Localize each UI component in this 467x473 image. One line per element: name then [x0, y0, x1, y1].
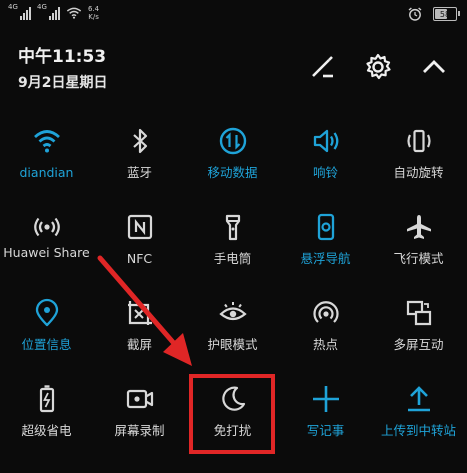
- wifi-status-icon: [66, 7, 82, 19]
- floating-nav-icon: [317, 213, 334, 241]
- status-right: 58: [407, 6, 460, 22]
- airplane-icon: [406, 215, 431, 239]
- highlight-box: [189, 374, 275, 454]
- tile-mobile-data[interactable]: 移动数据: [186, 118, 279, 204]
- tile-label: 护眼模式: [207, 337, 258, 352]
- tile-upload-transfer[interactable]: 上传到中转站: [372, 376, 465, 462]
- status-bar: 4G 4G 6.4 K/s 58: [0, 0, 467, 32]
- tile-label: 超级省电: [21, 423, 72, 438]
- tile-label: 自动旋转: [393, 165, 444, 180]
- flashlight-icon: [225, 214, 240, 241]
- tile-label: NFC: [126, 251, 153, 266]
- panel-actions: [307, 52, 449, 82]
- tile-label: 飞行模式: [393, 251, 444, 266]
- network-type-label: 4G: [8, 3, 18, 11]
- tile-label: 热点: [312, 337, 338, 352]
- network-speed-unit: K/s: [88, 13, 99, 21]
- mobile-data-icon: [219, 127, 246, 155]
- hotspot-icon: [312, 301, 339, 323]
- location-icon: [35, 298, 58, 327]
- tile-write-note[interactable]: 写记事: [279, 376, 372, 462]
- tile-screenshot[interactable]: 截屏: [93, 290, 186, 376]
- tile-label: 写记事: [306, 423, 345, 438]
- tile-multi-screen[interactable]: 多屏互动: [372, 290, 465, 376]
- tile-bluetooth[interactable]: 蓝牙: [93, 118, 186, 204]
- clock: 中午11:53: [18, 47, 107, 67]
- tile-nfc[interactable]: NFC: [93, 204, 186, 290]
- tile-label: 屏幕录制: [114, 423, 165, 438]
- speaker-icon: [313, 129, 338, 153]
- tile-floating-nav[interactable]: 悬浮导航: [279, 204, 372, 290]
- tile-label: 上传到中转站: [380, 423, 456, 438]
- alarm-icon: [408, 7, 422, 21]
- tile-ringer[interactable]: 响铃: [279, 118, 372, 204]
- tile-eye-comfort[interactable]: 护眼模式: [186, 290, 279, 376]
- tile-label: 位置信息: [21, 337, 72, 352]
- battery-icon: 58: [433, 7, 460, 21]
- huawei-share-icon: [33, 217, 60, 237]
- network-type-label: 4G: [37, 3, 47, 11]
- battery-saver-icon: [39, 385, 54, 413]
- tile-label: 响铃: [312, 165, 338, 180]
- tile-huawei-share[interactable]: Huawei Share: [0, 204, 93, 290]
- plus-icon: [312, 386, 339, 412]
- tile-row: Huawei Share NFC 手电筒 悬浮导航 飞行模式: [0, 204, 467, 290]
- multi-screen-icon: [406, 300, 431, 326]
- tile-label: 蓝牙: [126, 165, 152, 180]
- tile-row: 位置信息 截屏 护眼模式 热点 多屏互动: [0, 290, 467, 376]
- upload-icon: [407, 386, 430, 412]
- tile-flashlight[interactable]: 手电筒: [186, 204, 279, 290]
- signal-icon: 4G: [8, 3, 31, 20]
- tile-row: diandian 蓝牙 移动数据 响铃 自动旋转: [0, 118, 467, 204]
- tile-label: 手电筒: [213, 251, 252, 266]
- status-left: 4G 4G 6.4 K/s: [8, 3, 99, 21]
- tile-location[interactable]: 位置信息: [0, 290, 93, 376]
- network-speed: 6.4 K/s: [88, 5, 99, 21]
- settings-gear-icon[interactable]: [363, 52, 393, 82]
- rotate-icon: [406, 129, 431, 153]
- tile-battery-saver[interactable]: 超级省电: [0, 376, 93, 462]
- tile-label: 悬浮导航: [300, 251, 351, 266]
- network-speed-value: 6.4: [88, 5, 100, 13]
- tile-label: Huawei Share: [3, 245, 90, 260]
- tile-label: 移动数据: [207, 165, 258, 180]
- tile-auto-rotate[interactable]: 自动旋转: [372, 118, 465, 204]
- screenshot-icon: [127, 301, 152, 325]
- nfc-icon: [127, 214, 152, 240]
- battery-level: 58: [439, 9, 451, 19]
- screen-record-icon: [126, 389, 153, 409]
- collapse-chevron-up-icon[interactable]: [419, 52, 449, 82]
- eye-icon: [218, 302, 247, 321]
- tile-screen-record[interactable]: 屏幕录制: [93, 376, 186, 462]
- bluetooth-icon: [132, 128, 147, 154]
- wifi-icon: [33, 130, 60, 153]
- signal-icon: 4G: [37, 3, 60, 20]
- tile-label: 截屏: [126, 337, 152, 352]
- edit-icon[interactable]: [307, 52, 337, 82]
- tile-label: diandian: [19, 165, 74, 180]
- date: 9月2日星期日: [18, 75, 108, 91]
- tile-label: 多屏互动: [393, 337, 444, 352]
- tile-airplane-mode[interactable]: 飞行模式: [372, 204, 465, 290]
- tile-wifi[interactable]: diandian: [0, 118, 93, 204]
- tile-hotspot[interactable]: 热点: [279, 290, 372, 376]
